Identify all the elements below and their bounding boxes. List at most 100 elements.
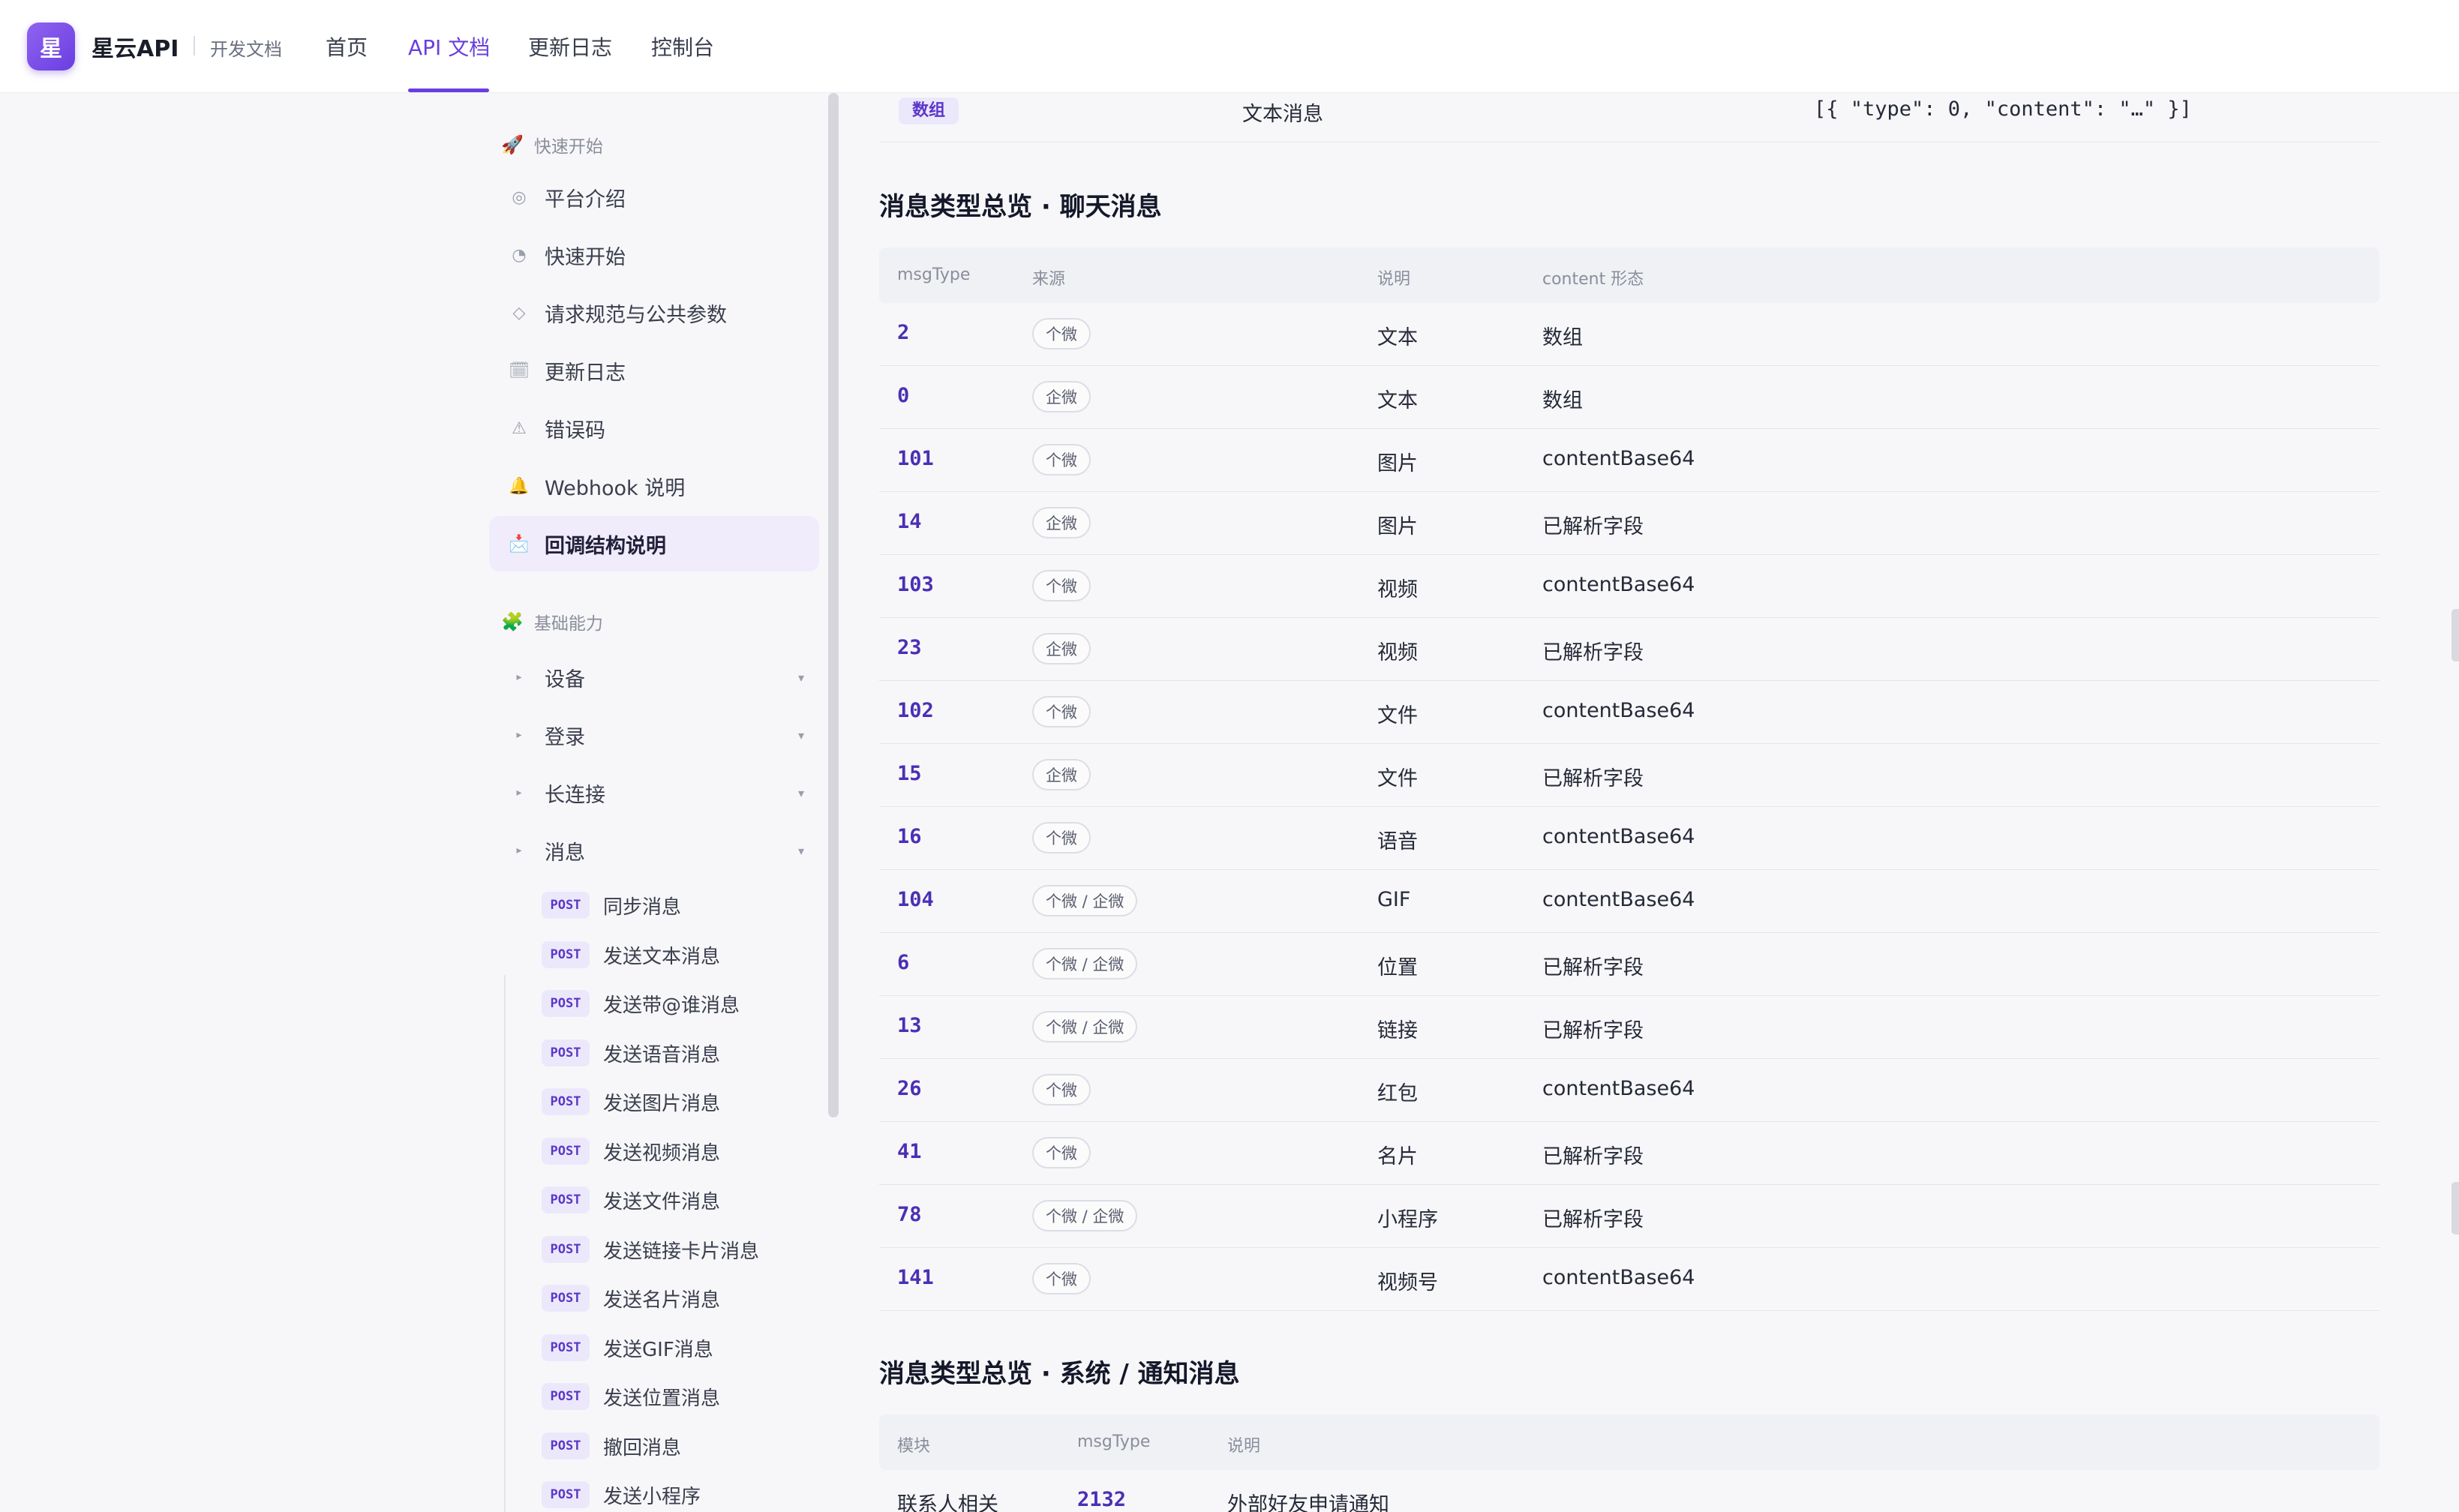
source-tag: 企微	[1032, 507, 1091, 538]
sidebar-group-quickstart: 🚀 快速开始	[501, 132, 603, 158]
section-title-chat: 消息类型总览 · 聊天消息	[879, 192, 1162, 222]
col-header-desc: 说明	[1227, 1437, 1261, 1456]
sidebar-item-quickstart[interactable]: ◔ 快速开始	[489, 227, 819, 283]
sidebar-item-platform-intro[interactable]: ◎ 平台介绍	[489, 170, 819, 225]
cell-content: contentBase64	[1542, 573, 1695, 596]
sidebar-item-request-spec[interactable]: ◇ 请求规范与公共参数	[489, 285, 819, 340]
source-tag: 个微	[1032, 444, 1091, 476]
sidebar-subitem-label: 发送视频消息	[603, 1142, 721, 1165]
cell-msgtype: 13	[897, 1014, 922, 1037]
sidebar-item-label: 平台介绍	[545, 188, 626, 212]
logo-icon[interactable]: 星	[27, 22, 75, 70]
sidebar: 🚀 快速开始 ◎ 平台介绍 ◔ 快速开始 ◇ 请求规范与公共参数 🗓 更新日志 …	[480, 93, 827, 1512]
chevron-down-icon[interactable]: ▾	[798, 670, 804, 685]
sidebar-item-callback-structure[interactable]: 📩 回调结构说明	[489, 516, 819, 572]
sidebar-item-label: 请求规范与公共参数	[545, 303, 727, 327]
cell-desc: GIF	[1377, 888, 1411, 911]
sidebar-subitem-send-card[interactable]: POST 发送名片消息	[542, 1280, 720, 1317]
sidebar-subitem-send-file[interactable]: POST 发送文件消息	[542, 1181, 720, 1219]
cell-msgtype: 103	[897, 573, 934, 596]
sidebar-item-error-codes[interactable]: ⚠ 错误码	[489, 400, 819, 456]
sidebar-scrollbar[interactable]	[828, 93, 839, 1118]
right-edge-handle[interactable]	[2451, 1182, 2459, 1234]
section-title-system: 消息类型总览 · 系统 / 通知消息	[879, 1359, 1240, 1389]
sidebar-subitem-send-at[interactable]: POST 发送带@谁消息	[542, 985, 740, 1022]
cell-content: 数组	[1542, 389, 1583, 412]
cell-msgtype: 101	[897, 447, 934, 470]
source-tag: 个微	[1032, 696, 1091, 728]
chevron-down-icon[interactable]: ▾	[798, 844, 804, 858]
sidebar-item-device[interactable]: ▸ 设备 ▾	[489, 650, 819, 705]
sidebar-item-label: 更新日志	[545, 361, 626, 385]
sidebar-item-label: 设备	[545, 668, 585, 692]
cell-content: 已解析字段	[1542, 641, 1644, 664]
chevron-down-icon[interactable]: ▾	[798, 728, 804, 742]
sidebar-subitem-send-gif[interactable]: POST 发送GIF消息	[542, 1329, 713, 1366]
cell-content: contentBase64	[1542, 888, 1695, 911]
sidebar-subitem-label: 发送带@谁消息	[603, 994, 740, 1017]
source-tag: 个微	[1032, 1137, 1091, 1168]
sidebar-item-webhook[interactable]: 🔔 Webhook 说明	[489, 458, 819, 514]
method-badge: POST	[542, 1186, 590, 1214]
sidebar-subitem-send-image[interactable]: POST 发送图片消息	[542, 1083, 720, 1120]
sidebar-item-changelog[interactable]: 🗓 更新日志	[489, 343, 819, 398]
sidebar-item-long-connection[interactable]: ▸ 长连接 ▾	[489, 765, 819, 820]
col-header-content: content 形态	[1542, 270, 1644, 289]
sidebar-subitem-send-video[interactable]: POST 发送视频消息	[542, 1132, 720, 1170]
method-badge: POST	[542, 1088, 590, 1115]
sidebar-subitem-revoke[interactable]: POST 撤回消息	[542, 1427, 681, 1465]
sidebar-subitem-sync-message[interactable]: POST 同步消息	[542, 886, 681, 924]
cell-desc: 文本	[1377, 326, 1418, 350]
right-edge-handle[interactable]	[2451, 609, 2459, 662]
table-row: 102 个微 文件 contentBase64	[879, 681, 2379, 744]
nav-home[interactable]: 首页	[326, 32, 368, 62]
sidebar-item-label: 快速开始	[545, 245, 626, 269]
cell-content: 数组	[1542, 326, 1583, 350]
source-tag: 个微 / 企微	[1032, 1200, 1138, 1232]
sidebar-item-label: Webhook 说明	[545, 476, 686, 500]
table-row: 104 个微 / 企微 GIF contentBase64	[879, 870, 2379, 933]
cell-msgtype: 104	[897, 888, 934, 911]
diamond-icon: ◇	[512, 303, 526, 322]
cell-desc: 位置	[1377, 956, 1418, 980]
cell-module: 联系人相关	[897, 1493, 998, 1512]
sidebar-item-message[interactable]: ▸ 消息 ▾	[489, 823, 819, 878]
source-tag: 个微 / 企微	[1032, 1011, 1138, 1042]
cell-content: contentBase64	[1542, 825, 1695, 848]
col-header-module: 模块	[897, 1437, 931, 1456]
nav-changelog[interactable]: 更新日志	[528, 32, 612, 62]
table-row: 141 个微 视频号 contentBase64	[879, 1248, 2379, 1311]
cell-content: contentBase64	[1542, 699, 1695, 722]
table-row: 6 个微 / 企微 位置 已解析字段	[879, 933, 2379, 996]
rocket-icon: 🚀	[501, 134, 524, 155]
chevron-down-icon[interactable]: ▾	[798, 786, 804, 800]
brand-name[interactable]: 星云API	[92, 30, 179, 63]
cell-desc: 文件	[1377, 767, 1418, 790]
source-tag: 个微 / 企微	[1032, 885, 1138, 916]
sidebar-subitem-send-voice[interactable]: POST 发送语音消息	[542, 1034, 720, 1072]
nav-active-indicator	[408, 88, 489, 92]
source-tag: 企微	[1032, 759, 1091, 790]
sidebar-subitem-send-text[interactable]: POST 发送文本消息	[542, 936, 720, 974]
sidebar-subitem-label: 发送位置消息	[603, 1387, 721, 1410]
caret-right-icon: ▸	[516, 729, 522, 741]
nav-console[interactable]: 控制台	[651, 32, 714, 62]
cell-desc: 语音	[1377, 830, 1418, 854]
bell-icon: 🔔	[509, 476, 530, 496]
sidebar-subitem-label: 发送GIF消息	[603, 1338, 713, 1361]
table-row: 14 企微 图片 已解析字段	[879, 492, 2379, 555]
sidebar-subitem-send-miniprogram[interactable]: POST 发送小程序	[542, 1476, 701, 1512]
sidebar-subitem-send-link-card[interactable]: POST 发送链接卡片消息	[542, 1231, 759, 1268]
sidebar-item-label: 消息	[545, 841, 585, 865]
sidebar-subitem-send-location[interactable]: POST 发送位置消息	[542, 1378, 720, 1415]
sidebar-subitem-label: 发送文件消息	[603, 1190, 721, 1214]
cell-msgtype: 2	[897, 321, 910, 344]
clock-icon: ◔	[512, 245, 527, 265]
cell-desc: 视频	[1377, 578, 1418, 602]
sidebar-item-label: 登录	[545, 725, 585, 749]
source-tag: 个微	[1032, 822, 1091, 854]
table-header: msgType 来源 说明 content 形态	[879, 248, 2379, 303]
table-row: 数组 文本消息 [{ "type": 0, "content": "…" }]	[879, 93, 2379, 142]
nav-api-docs[interactable]: API 文档	[408, 32, 490, 62]
sidebar-item-login[interactable]: ▸ 登录 ▾	[489, 707, 819, 763]
